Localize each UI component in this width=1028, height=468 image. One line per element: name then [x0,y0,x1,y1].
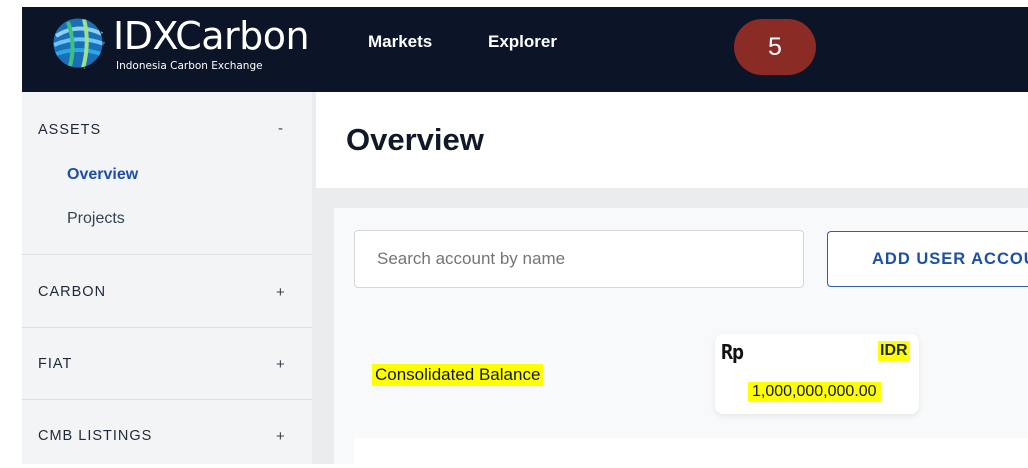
sidebar-divider [22,254,312,255]
page-title: Overview [346,122,484,157]
sidebar-item-projects[interactable]: Projects [67,210,125,228]
balance-card: Rp IDR 1,000,000,000.00 [715,334,919,414]
top-navigation-bar: IDXCarbon Indonesia Carbon Exchange Mark… [0,0,1028,92]
step-number-badge: 5 [734,19,816,75]
brand-title: IDXCarbon [113,14,310,58]
add-user-account-button[interactable]: ADD USER ACCOUNT [827,231,1028,287]
sidebar-section-carbon[interactable]: CARBON [38,284,106,300]
search-account-input[interactable] [354,230,804,288]
consolidated-balance-label: Consolidated Balance [372,364,544,386]
brand-subtitle: Indonesia Carbon Exchange [116,60,263,72]
sidebar-section-cmb-listings[interactable]: CMB LISTINGS [38,428,152,444]
sidebar: ASSETS - Overview Projects CARBON + FIAT… [0,92,312,464]
collapse-toggle-assets[interactable]: - [278,120,283,137]
main-content: ADD USER ACCOUNT Consolidated Balance Rp… [316,188,1028,468]
sidebar-item-overview[interactable]: Overview [67,166,138,184]
sidebar-divider [22,327,312,328]
expand-toggle-fiat[interactable]: + [276,356,285,373]
brand-logo[interactable]: IDXCarbon Indonesia Carbon Exchange [50,14,320,74]
globe-icon [52,17,105,69]
sidebar-divider [22,399,312,400]
accounts-card: ADD USER ACCOUNT Consolidated Balance Rp… [334,208,1028,468]
left-edge [0,0,22,92]
expand-toggle-cmb-listings[interactable]: + [276,428,285,445]
top-edge [0,0,1028,7]
sidebar-section-assets[interactable]: ASSETS [38,122,101,138]
sidebar-section-fiat[interactable]: FIAT [38,356,72,372]
sidebar-left-edge [0,92,22,464]
currency-code: IDR [878,341,910,361]
nav-markets[interactable]: Markets [368,32,432,52]
nav-explorer[interactable]: Explorer [488,32,557,52]
page-header: Overview [316,92,1028,188]
balance-amount: 1,000,000,000.00 [748,382,881,402]
expand-toggle-carbon[interactable]: + [276,284,285,301]
rupiah-icon: Rp [721,340,744,364]
